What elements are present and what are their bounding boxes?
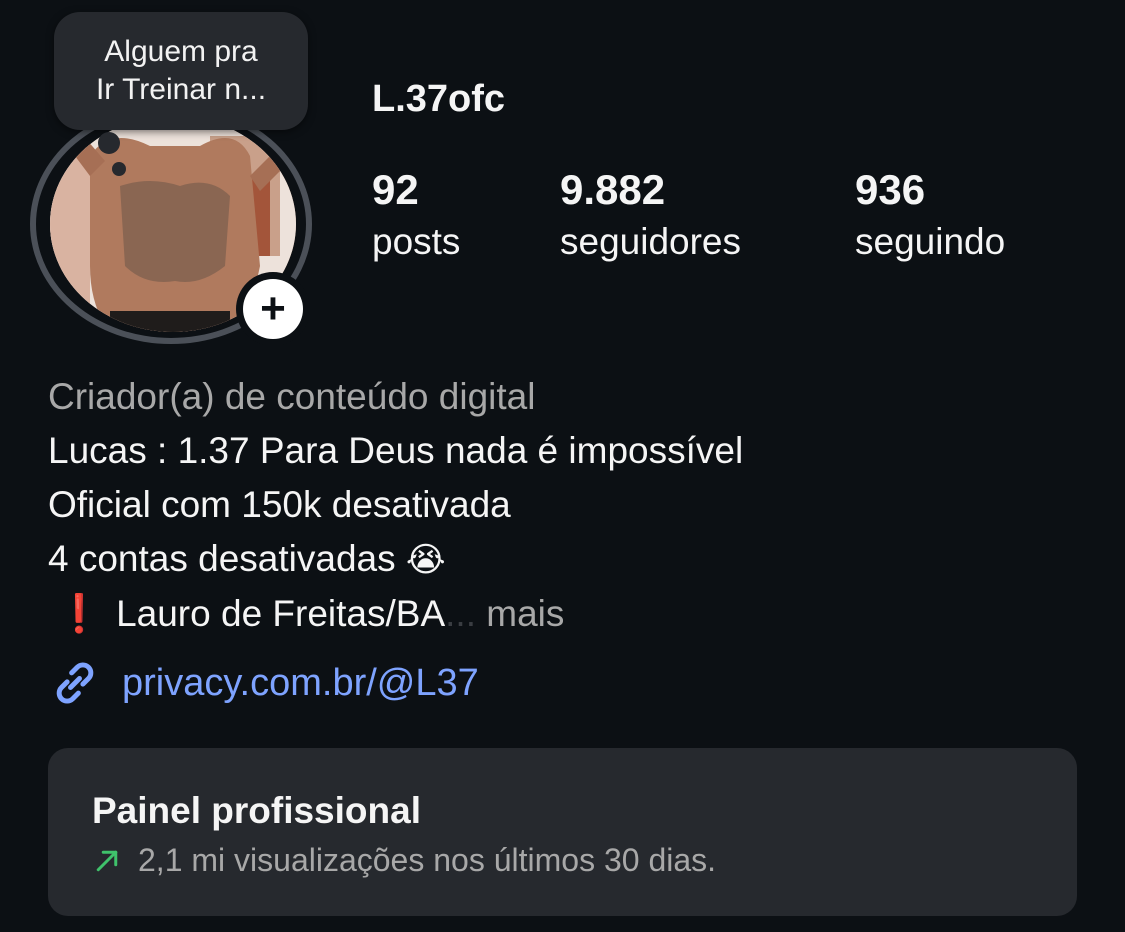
bio-line-2: Oficial com 150k desativada: [48, 484, 511, 525]
bio-link[interactable]: privacy.com.br/@L37: [48, 656, 479, 710]
stat-following-value: 936: [855, 166, 926, 213]
professional-dashboard-title: Painel profissional: [92, 790, 421, 831]
bio-category: Criador(a) de conteúdo digital: [48, 376, 536, 417]
link-icon: [56, 662, 94, 704]
bio-line-3: 4 contas desativadas 😭: [48, 532, 1088, 587]
note-line-2: Ir Treinar n...: [95, 73, 267, 106]
professional-dashboard-subtitle: 2,1 mi visualizações nos últimos 30 dias…: [92, 842, 716, 879]
stat-posts-value: 92: [372, 166, 419, 213]
avatar[interactable]: +: [30, 104, 324, 354]
stat-followers-label: seguidores: [560, 221, 742, 262]
trend-up-arrow-icon: [96, 850, 118, 871]
stat-followers[interactable]: 9.882 seguidores: [560, 166, 741, 266]
bio-line-1: Lucas : 1.37 Para Deus nada é impossível: [48, 430, 744, 471]
more-button[interactable]: mais: [486, 593, 564, 634]
stat-following-label: seguindo: [855, 221, 1006, 262]
exclamation-icon: ❗: [56, 593, 103, 634]
plus-icon: +: [243, 279, 303, 339]
note-tail-dot: [98, 132, 120, 154]
stat-posts[interactable]: 92 posts: [372, 166, 460, 266]
crying-emoji-icon: 😭: [405, 541, 446, 579]
add-story-button[interactable]: +: [236, 272, 310, 346]
professional-dashboard-card[interactable]: Painel profissional 2,1 mi visualizações…: [48, 748, 1077, 916]
stat-followers-value: 9.882: [560, 166, 666, 213]
professional-dashboard-stat: 2,1 mi visualizações nos últimos 30 dias…: [138, 842, 717, 878]
profile-page: + Alguem pra Ir Treinar n... L.37ofc 92 …: [0, 0, 1125, 932]
bio-ellipsis: ...: [445, 593, 476, 634]
stat-posts-label: posts: [372, 221, 461, 262]
note-tail-dot-small: [112, 162, 126, 176]
stat-following[interactable]: 936 seguindo: [855, 166, 1005, 266]
username: L.37ofc: [372, 78, 506, 120]
note-bubble[interactable]: Alguem pra Ir Treinar n...: [54, 12, 308, 130]
bio-line-3-text: 4 contas desativadas: [48, 538, 396, 579]
bio-location-line: ❗ Lauro de Freitas/BA... mais: [48, 587, 1088, 641]
note-line-1: Alguem pra: [104, 35, 258, 68]
bio-location: Lauro de Freitas/BA: [116, 593, 446, 634]
bio-link-text[interactable]: privacy.com.br/@L37: [122, 662, 479, 705]
bio: Criador(a) de conteúdo digital Lucas : 1…: [48, 370, 1088, 641]
